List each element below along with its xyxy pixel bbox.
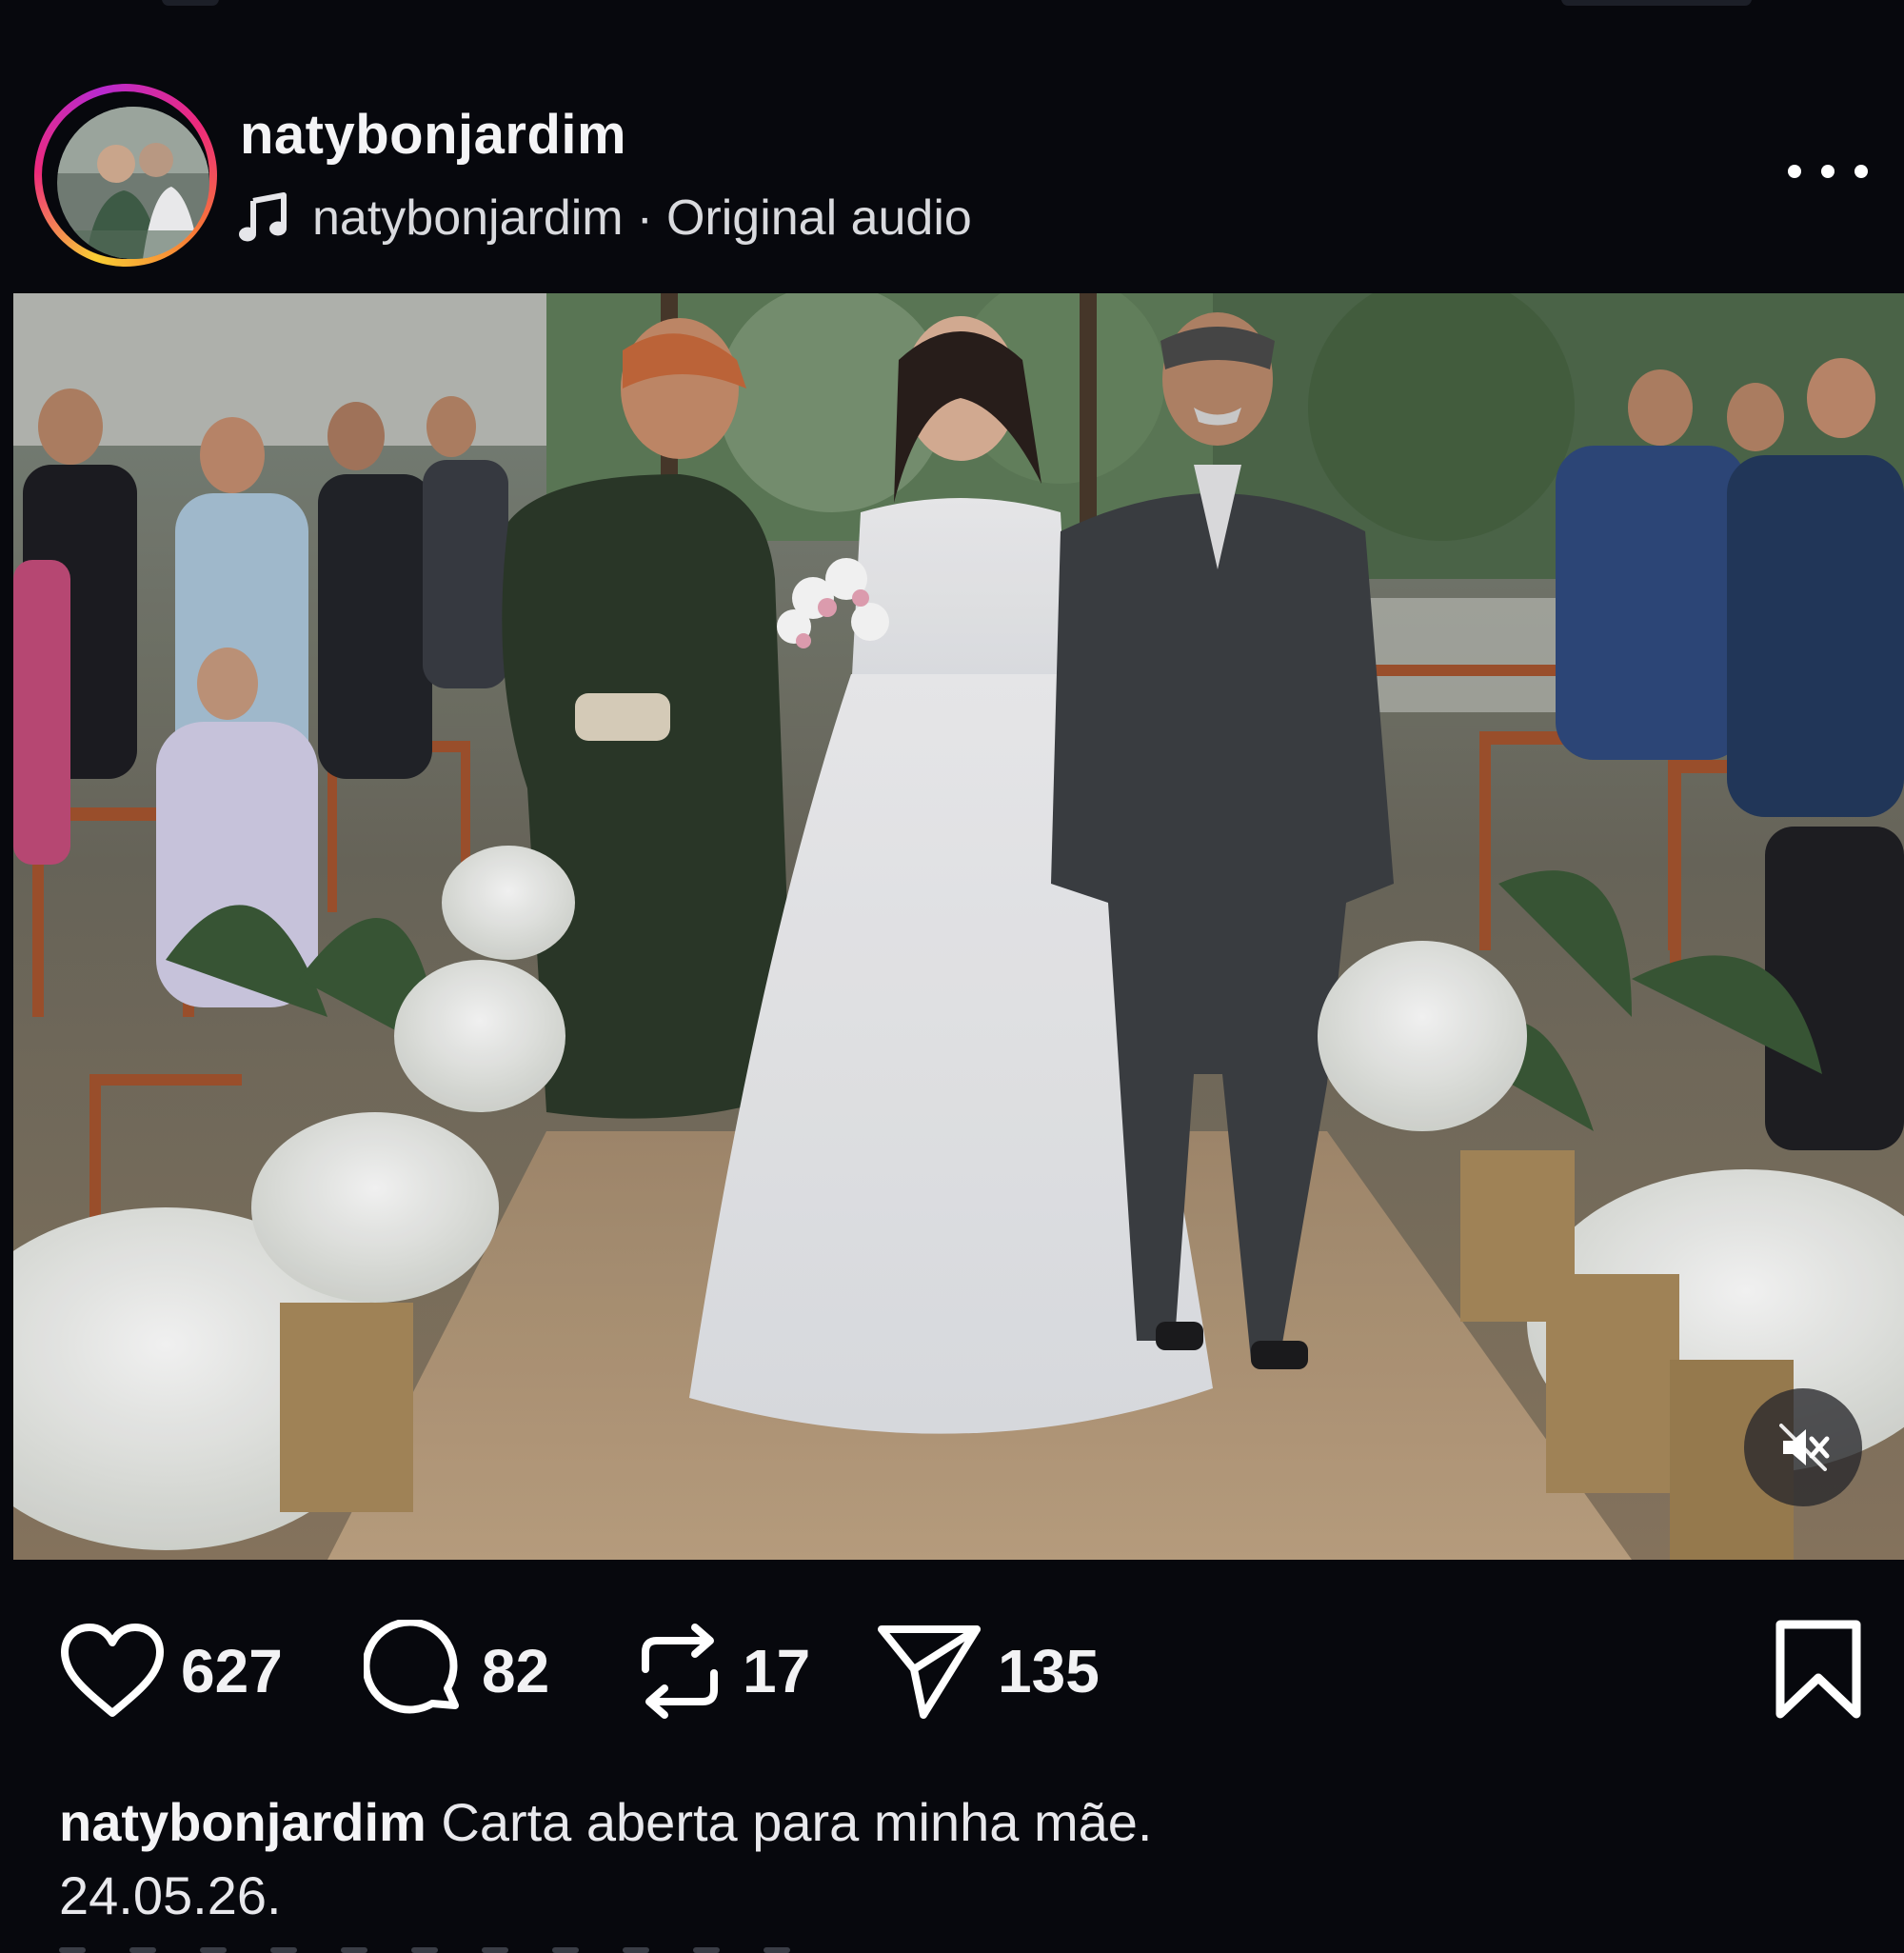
bookmark-icon[interactable] xyxy=(1771,1619,1875,1724)
audio-artist: natybonjardim xyxy=(312,190,624,246)
share-action[interactable]: 135 xyxy=(876,1609,1100,1733)
audio-label: Original audio xyxy=(665,190,972,246)
heart-icon xyxy=(61,1624,164,1717)
caption-username[interactable]: natybonjardim xyxy=(59,1792,426,1852)
top-bar-element xyxy=(1561,0,1752,6)
top-bar-element xyxy=(162,0,219,6)
top-bar-fragment xyxy=(0,0,1904,13)
comment-bubble-icon xyxy=(364,1620,459,1714)
caption-date: 24.05.26. xyxy=(59,1865,282,1925)
comment-action[interactable]: 82 xyxy=(364,1609,549,1733)
speaker-muted-icon xyxy=(1779,1424,1830,1471)
caption-text: Carta aberta para minha mãe. xyxy=(441,1792,1153,1852)
paper-plane-icon xyxy=(878,1625,981,1719)
avatar xyxy=(57,107,209,259)
story-avatar[interactable] xyxy=(34,84,217,267)
comment-count: 82 xyxy=(482,1637,550,1705)
more-options-icon[interactable] xyxy=(1788,143,1868,200)
mute-toggle-button[interactable] xyxy=(1744,1388,1862,1506)
repost-count: 17 xyxy=(743,1637,811,1705)
post-media-video[interactable] xyxy=(13,293,1904,1560)
instagram-post-screen: natybonjardim natybonjardim · Original a… xyxy=(0,0,1904,1953)
post-caption: natybonjardim Carta aberta para minha mã… xyxy=(59,1783,1868,1863)
like-action[interactable]: 627 xyxy=(59,1609,283,1733)
audio-link[interactable]: natybonjardim · Original audio xyxy=(238,187,972,249)
audio-separator: · xyxy=(636,190,653,246)
truncated-caption-line xyxy=(59,1941,916,1953)
share-count: 135 xyxy=(998,1637,1100,1705)
like-count: 627 xyxy=(181,1637,283,1705)
wedding-photo xyxy=(13,293,1904,1560)
post-username[interactable]: natybonjardim xyxy=(240,103,626,167)
music-note-icon xyxy=(238,191,291,245)
repost-icon xyxy=(642,1624,718,1719)
post-action-bar: 627 82 17 135 xyxy=(0,1609,1904,1733)
repost-action[interactable]: 17 xyxy=(632,1609,810,1733)
